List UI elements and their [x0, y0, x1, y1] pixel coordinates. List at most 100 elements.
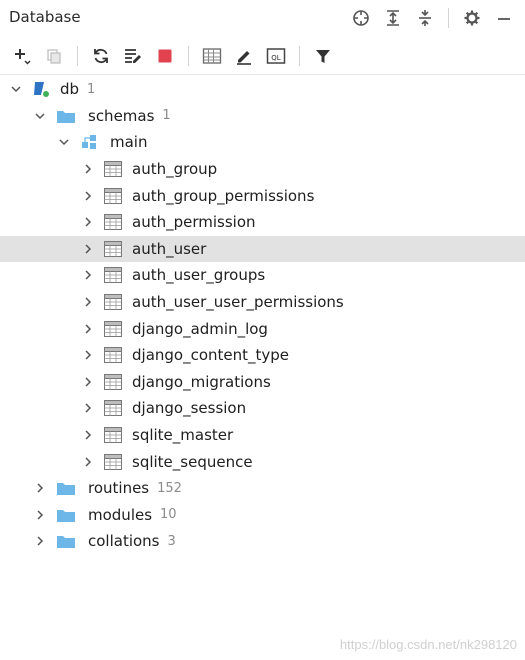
- table-row[interactable]: auth_permission: [0, 209, 525, 236]
- tree-node-label: collations: [88, 532, 160, 551]
- chevron-right-icon[interactable]: [82, 456, 94, 468]
- node-count: 10: [160, 507, 177, 523]
- toolbar-separator: [188, 46, 189, 66]
- table-icon: [104, 400, 122, 417]
- properties-icon[interactable]: [121, 44, 145, 68]
- chevron-right-icon[interactable]: [82, 296, 94, 308]
- folder-icon: [56, 480, 76, 496]
- chevron-right-icon[interactable]: [34, 482, 46, 494]
- table-icon: [104, 187, 122, 204]
- table-icon: [104, 161, 122, 178]
- tree-node-modules[interactable]: modules 10: [0, 502, 525, 529]
- chevron-right-icon[interactable]: [34, 509, 46, 521]
- node-count: 1: [87, 81, 96, 97]
- table-icon: [104, 453, 122, 470]
- database-tree: db 1 schemas 1 main auth_group auth_group…: [0, 76, 525, 555]
- chevron-right-icon[interactable]: [82, 349, 94, 361]
- minimize-icon[interactable]: [493, 7, 515, 29]
- table-name: sqlite_sequence: [132, 452, 253, 471]
- collapse-all-icon[interactable]: [414, 7, 436, 29]
- table-name: auth_group_permissions: [132, 186, 315, 205]
- node-count: 1: [162, 108, 171, 124]
- table-icon: [104, 373, 122, 390]
- svg-text:QL: QL: [271, 54, 281, 62]
- table-view-icon[interactable]: [200, 44, 224, 68]
- edit-icon[interactable]: [232, 44, 256, 68]
- table-name: sqlite_master: [132, 426, 234, 445]
- folder-icon: [56, 533, 76, 549]
- node-count: 3: [167, 533, 176, 549]
- add-icon[interactable]: [10, 44, 34, 68]
- expand-all-icon[interactable]: [382, 7, 404, 29]
- table-row[interactable]: django_migrations: [0, 369, 525, 396]
- tree-node-main[interactable]: main: [0, 129, 525, 156]
- database-icon: [32, 80, 50, 98]
- table-row[interactable]: sqlite_sequence: [0, 448, 525, 475]
- chevron-right-icon[interactable]: [82, 269, 94, 281]
- sql-console-icon[interactable]: QL: [264, 44, 288, 68]
- table-name: django_migrations: [132, 372, 271, 391]
- chevron-down-icon[interactable]: [58, 136, 70, 148]
- table-icon: [104, 294, 122, 311]
- tree-node-db[interactable]: db 1: [0, 76, 525, 103]
- tree-node-collations[interactable]: collations 3: [0, 528, 525, 555]
- table-name: auth_permission: [132, 213, 256, 232]
- table-row[interactable]: auth_group: [0, 156, 525, 183]
- chevron-right-icon[interactable]: [82, 429, 94, 441]
- table-row[interactable]: auth_user_groups: [0, 262, 525, 289]
- toolbar-separator: [299, 46, 300, 66]
- chevron-right-icon[interactable]: [82, 163, 94, 175]
- chevron-down-icon[interactable]: [10, 83, 22, 95]
- table-icon: [104, 427, 122, 444]
- tree-node-schemas[interactable]: schemas 1: [0, 103, 525, 130]
- table-name: auth_user: [132, 239, 207, 258]
- table-name: auth_user_groups: [132, 266, 266, 285]
- panel-title: Database: [9, 8, 81, 26]
- title-bar: Database: [0, 0, 525, 36]
- toolbar-separator: [77, 46, 78, 66]
- chevron-right-icon[interactable]: [34, 535, 46, 547]
- table-name: auth_group: [132, 160, 218, 179]
- tree-node-label: schemas: [88, 106, 155, 125]
- watermark: https://blog.csdn.net/nk298120: [339, 637, 517, 652]
- filter-icon[interactable]: [311, 44, 335, 68]
- toolbar: QL: [0, 40, 525, 72]
- table-list: auth_group auth_group_permissions auth_per…: [0, 156, 525, 475]
- title-separator: [448, 8, 449, 28]
- tree-node-label: db: [60, 80, 80, 99]
- chevron-down-icon[interactable]: [34, 110, 46, 122]
- table-name: django_admin_log: [132, 319, 268, 338]
- title-bar-actions: [350, 7, 515, 29]
- table-row[interactable]: auth_user_user_permissions: [0, 289, 525, 316]
- tree-node-label: routines: [88, 479, 150, 498]
- chevron-right-icon[interactable]: [82, 243, 94, 255]
- table-row[interactable]: auth_user: [0, 235, 525, 263]
- gear-icon[interactable]: [461, 7, 483, 29]
- tree-node-label: main: [110, 133, 148, 152]
- tree-node-routines[interactable]: routines 152: [0, 475, 525, 502]
- table-icon: [104, 240, 122, 257]
- refresh-icon[interactable]: [89, 44, 113, 68]
- table-row[interactable]: django_session: [0, 395, 525, 422]
- chevron-right-icon[interactable]: [82, 190, 94, 202]
- table-icon: [104, 347, 122, 364]
- locate-icon[interactable]: [350, 7, 372, 29]
- table-row[interactable]: django_admin_log: [0, 315, 525, 342]
- duplicate-icon[interactable]: [42, 44, 66, 68]
- stop-icon[interactable]: [153, 44, 177, 68]
- chevron-right-icon[interactable]: [82, 323, 94, 335]
- chevron-right-icon[interactable]: [82, 216, 94, 228]
- chevron-right-icon[interactable]: [82, 376, 94, 388]
- table-name: django_session: [132, 399, 247, 418]
- table-name: django_content_type: [132, 346, 290, 365]
- chevron-right-icon[interactable]: [82, 402, 94, 414]
- table-row[interactable]: django_content_type: [0, 342, 525, 369]
- folder-icon: [56, 108, 76, 124]
- table-icon: [104, 214, 122, 231]
- table-row[interactable]: sqlite_master: [0, 422, 525, 449]
- table-icon: [104, 267, 122, 284]
- table-icon: [104, 320, 122, 337]
- folder-icon: [56, 507, 76, 523]
- table-row[interactable]: auth_group_permissions: [0, 182, 525, 209]
- tree-node-label: modules: [88, 505, 153, 524]
